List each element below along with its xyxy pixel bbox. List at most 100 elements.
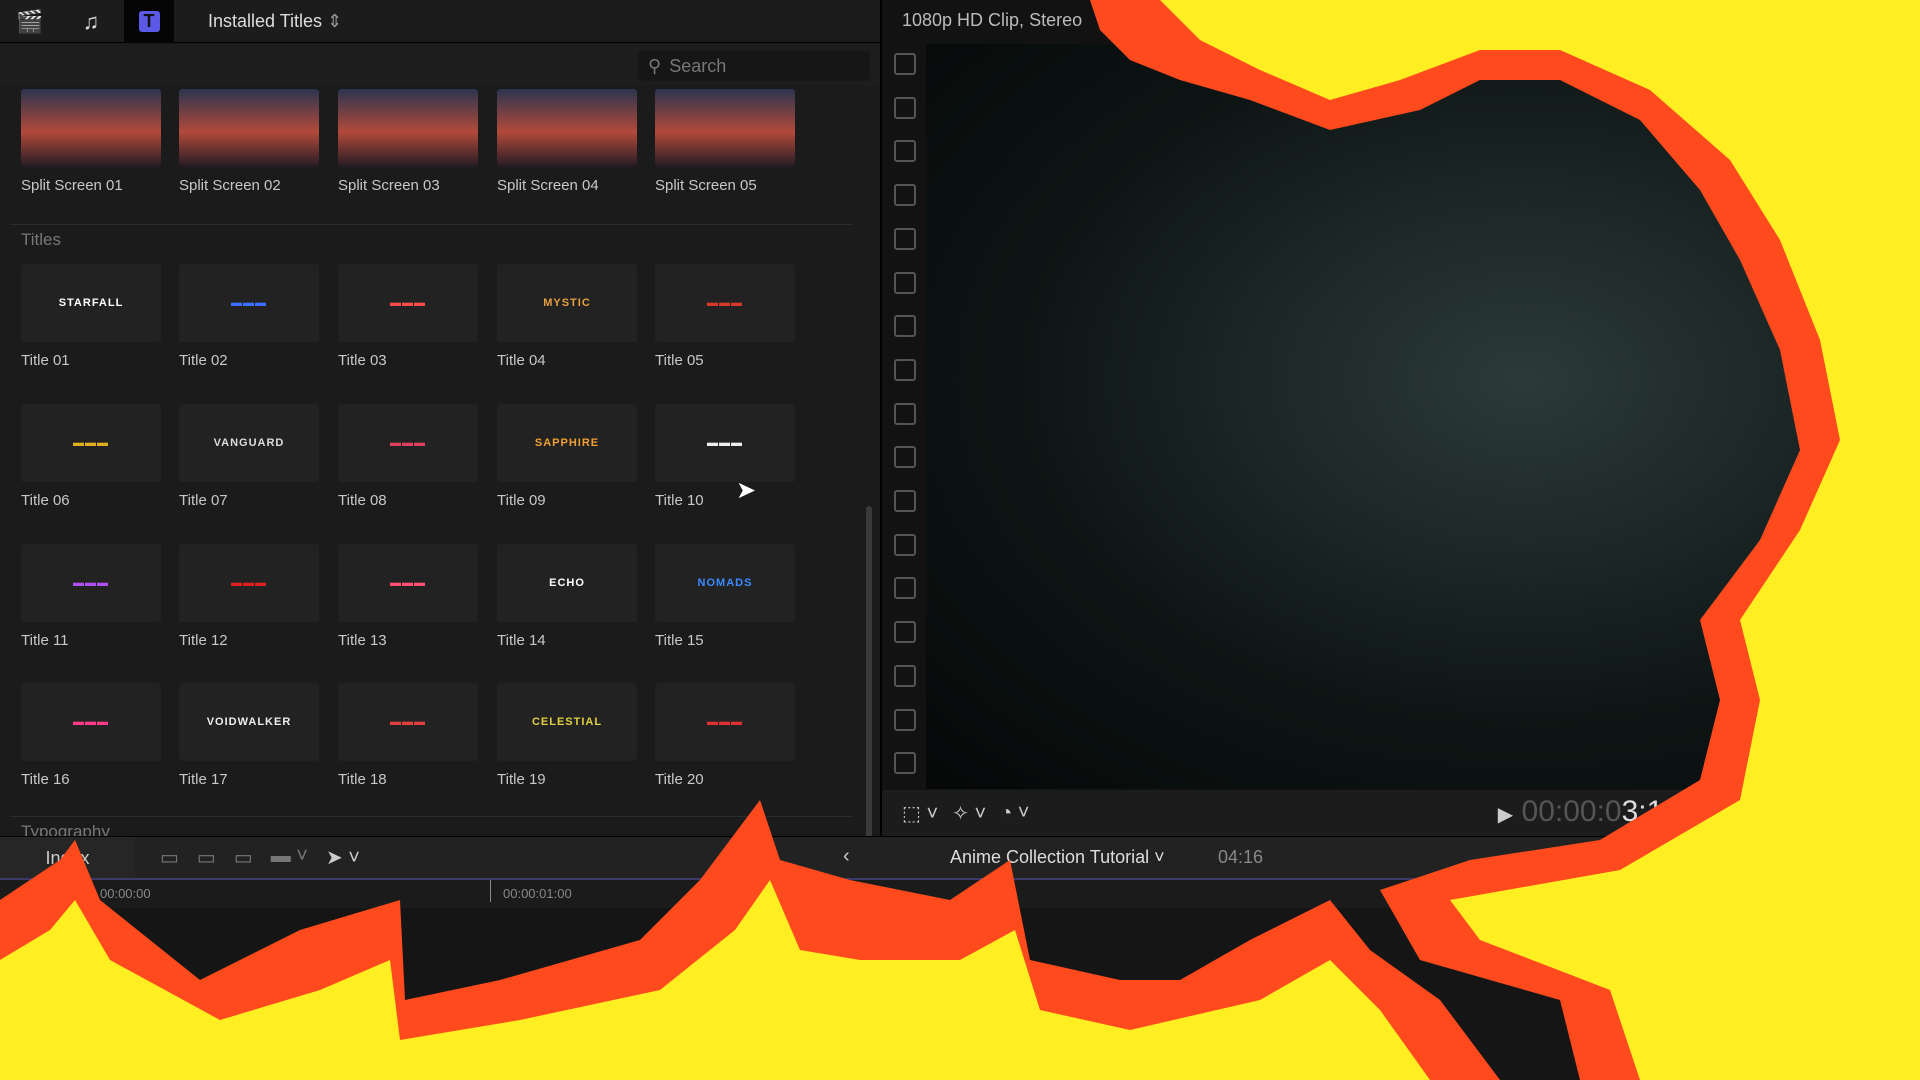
title-item[interactable]: ▬▬▬ Title 10: [655, 404, 795, 509]
ruler-label: 00:00:03:00: [1390, 886, 1459, 901]
title-item[interactable]: VANGUARD Title 07: [179, 404, 319, 509]
item-label: Split Screen 03: [338, 177, 440, 194]
split-screen-item[interactable]: Split Screen 03: [338, 89, 478, 194]
timecode: ▶ 00:00:03:18: [1498, 795, 1680, 829]
title-item[interactable]: NOMADS Title 15: [655, 544, 795, 649]
timeline-ruler[interactable]: 00:00:00 00:00:01:00 00:00:03:00: [0, 878, 1920, 908]
title-item[interactable]: ▬▬▬ Title 13: [338, 544, 478, 649]
photo-music-icon[interactable]: ♫: [66, 0, 116, 43]
thumbnail: ▬▬▬: [338, 544, 478, 622]
title-logo: VANGUARD: [213, 437, 285, 449]
item-label: Split Screen 05: [655, 177, 757, 194]
thumbnail: [497, 89, 637, 167]
title-item[interactable]: CELESTIAL Title 19: [497, 683, 637, 788]
title-item[interactable]: ▬▬▬ Title 16: [21, 683, 161, 788]
clip-checkbox[interactable]: [894, 227, 916, 250]
title-item[interactable]: ▬▬▬ Title 03: [338, 264, 478, 369]
thumbnail: ▬▬▬: [655, 264, 795, 342]
clip-checkbox[interactable]: [894, 490, 916, 512]
append-clip-icon[interactable]: ▭: [234, 845, 253, 870]
viewer: 1080p HD Clip, Stereo ⬚ ˅ ✧ ˅ ◔ ˅ ▶ 00:0…: [880, 0, 1920, 836]
clip-checkbox[interactable]: [894, 533, 916, 556]
clip-checkbox[interactable]: [894, 402, 916, 425]
thumbnail: ▬▬▬: [21, 544, 161, 622]
split-screen-item[interactable]: Split Screen 04: [497, 89, 637, 194]
title-item[interactable]: ▬▬▬ Title 11: [21, 544, 161, 649]
title-item[interactable]: SAPPHIRE Title 09: [497, 404, 637, 509]
title-item[interactable]: VOIDWALKER Title 17: [179, 683, 319, 788]
title-logo: SAPPHIRE: [534, 437, 600, 449]
clip-checkbox[interactable]: [894, 752, 916, 775]
title-item[interactable]: ▬▬▬ Title 05: [655, 264, 795, 369]
item-label: Title 16: [21, 771, 70, 788]
magic-wand-icon[interactable]: ✧ ˅: [952, 801, 986, 826]
viewer-toolbar: ⬚ ˅ ✧ ˅ ◔ ˅: [882, 790, 1920, 836]
clip-checkbox[interactable]: [894, 53, 916, 75]
clip-checkbox[interactable]: [894, 577, 916, 600]
thumbnail: [655, 89, 795, 167]
titles-icon[interactable]: T: [124, 0, 174, 43]
thumbnail: ▬▬▬: [179, 544, 319, 622]
clip-checkbox[interactable]: [894, 140, 916, 163]
split-screen-item[interactable]: Split Screen 01: [21, 89, 161, 194]
scrollbar[interactable]: [866, 506, 872, 836]
clip-checkbox[interactable]: [894, 708, 916, 731]
clip-checkbox[interactable]: [894, 621, 916, 644]
clip-checkbox[interactable]: [894, 446, 916, 469]
clapper-star-icon[interactable]: 🎬: [5, 0, 55, 43]
item-label: Title 05: [655, 352, 704, 369]
clip-checkbox[interactable]: [894, 184, 916, 207]
title-item[interactable]: ▬▬▬ Title 06: [21, 404, 161, 509]
search-icon: ⚲: [648, 55, 662, 76]
clip-checkbox[interactable]: [894, 315, 916, 338]
overwrite-clip-icon[interactable]: ▬ ˅: [271, 845, 308, 870]
title-item[interactable]: ▬▬▬ Title 12: [179, 544, 319, 649]
play-icon[interactable]: ▶: [1498, 804, 1513, 826]
browser-toolbar: 🎬 ♫ T Installed Titles ⇕: [0, 0, 880, 43]
thumbnail: ▬▬▬: [338, 683, 478, 761]
title-logo: ▬▬▬: [390, 577, 426, 589]
split-screen-item[interactable]: Split Screen 05: [655, 89, 795, 194]
clip-checkbox[interactable]: [894, 358, 916, 381]
title-item[interactable]: ▬▬▬ Title 18: [338, 683, 478, 788]
thumbnail: NOMADS: [655, 544, 795, 622]
thumbnail: ▬▬▬: [21, 683, 161, 761]
clip-checkbox[interactable]: [894, 96, 916, 119]
library-selector[interactable]: Installed Titles ⇕: [208, 11, 342, 32]
transform-icon[interactable]: ⬚ ˅: [902, 801, 938, 826]
select-tool-icon[interactable]: ➤ ˅: [326, 845, 360, 870]
title-item[interactable]: ▬▬▬ Title 08: [338, 404, 478, 509]
title-item[interactable]: ▬▬▬ Title 02: [179, 264, 319, 369]
title-logo: MYSTIC: [543, 297, 591, 309]
item-label: Split Screen 01: [21, 177, 123, 194]
title-item[interactable]: STARFALL Title 01: [21, 264, 161, 369]
title-item[interactable]: MYSTIC Title 04: [497, 264, 637, 369]
insert-clip-icon[interactable]: ▭: [197, 845, 216, 870]
thumbnail: CELESTIAL: [497, 683, 637, 761]
search-input[interactable]: ⚲ Search: [638, 51, 870, 81]
thumbnail: ▬▬▬: [655, 404, 795, 482]
title-logo: STARFALL: [58, 297, 124, 309]
speed-icon[interactable]: ◔ ˅: [1000, 802, 1029, 825]
project-name: Anime Collection Tutorial: [950, 847, 1150, 867]
clip-checkbox[interactable]: [894, 664, 916, 687]
title-logo: ▬▬▬: [73, 716, 109, 728]
index-button[interactable]: Index: [0, 837, 135, 879]
timeline-area[interactable]: [0, 908, 1920, 1080]
thumbnail: ▬▬▬: [338, 404, 478, 482]
item-label: Title 04: [497, 352, 546, 369]
item-label: Title 12: [179, 632, 228, 649]
back-chevron-icon[interactable]: ‹: [843, 845, 850, 868]
video-frame: [926, 44, 1920, 789]
connect-clip-icon[interactable]: ▭: [160, 845, 179, 870]
timecode-value: 3:18: [1621, 795, 1680, 828]
project-selector[interactable]: Anime Collection Tutorial ˅: [950, 847, 1165, 868]
split-screen-item[interactable]: Split Screen 02: [179, 89, 319, 194]
thumbnail: MYSTIC: [497, 264, 637, 342]
item-label: Title 20: [655, 771, 704, 788]
clip-checkbox[interactable]: [894, 271, 916, 294]
thumbnail: VANGUARD: [179, 404, 319, 482]
title-item[interactable]: ECHO Title 14: [497, 544, 637, 649]
title-item[interactable]: ▬▬▬ Title 20: [655, 683, 795, 788]
title-logo: ▬▬▬: [390, 297, 426, 309]
